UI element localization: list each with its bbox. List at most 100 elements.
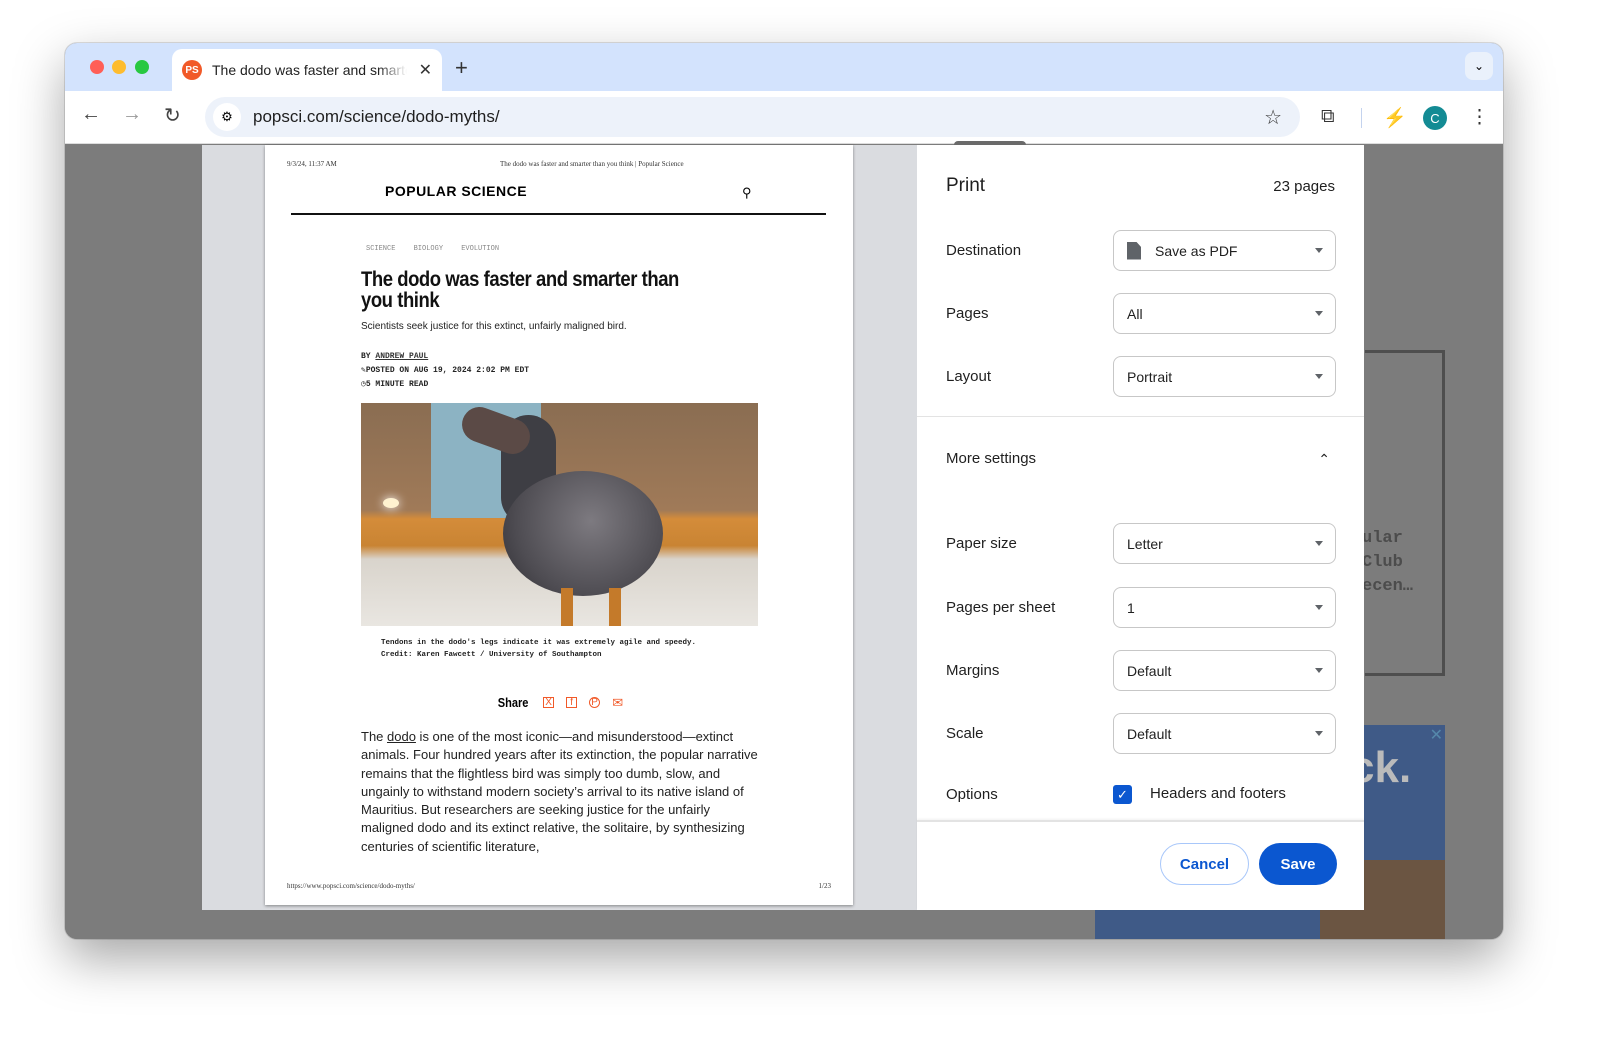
email-share-icon: ✉ <box>612 695 624 710</box>
address-bar[interactable]: ⚙ popsci.com/science/dodo-myths/ ☆ <box>205 97 1300 137</box>
caption-credit: Credit: Karen Fawcett / University of So… <box>381 651 602 659</box>
maximize-window-button[interactable] <box>135 60 149 74</box>
browser-toolbar: ← → ↻ ⚙ popsci.com/science/dodo-myths/ ☆… <box>65 91 1503 144</box>
popsci-favicon-icon: PS <box>182 60 202 80</box>
browser-window: PS The dodo was faster and smarter than … <box>65 43 1503 939</box>
paper-size-select[interactable]: Letter <box>1113 523 1336 564</box>
pages-per-sheet-value: 1 <box>1127 599 1135 616</box>
dropdown-caret-icon <box>1315 668 1323 673</box>
back-icon[interactable]: ← <box>81 103 101 126</box>
background-text-line: ular <box>1362 529 1403 548</box>
layout-value: Portrait <box>1127 368 1173 385</box>
pages-row: Pages All <box>946 293 1336 335</box>
share-label: Share <box>497 695 529 710</box>
header-rule <box>291 213 826 215</box>
active-tab[interactable]: PS The dodo was faster and smarter than … <box>172 49 442 91</box>
scale-row: Scale Default <box>946 713 1336 755</box>
minimize-window-button[interactable] <box>112 60 126 74</box>
headers-footers-label[interactable]: Headers and footers <box>1150 785 1286 802</box>
options-row: Options ✓ Headers and footers <box>946 783 1336 809</box>
x-share-icon: X <box>543 697 555 708</box>
layout-row: Layout Portrait <box>946 356 1336 398</box>
pages-label: Pages <box>946 305 989 322</box>
site-logo: POPULAR SCIENCE <box>385 183 528 199</box>
layout-label: Layout <box>946 368 992 385</box>
margins-row: Margins Default <box>946 650 1336 692</box>
paper-size-value: Letter <box>1127 535 1163 552</box>
photo-dodo-leg <box>609 588 621 626</box>
margins-value: Default <box>1127 662 1172 679</box>
profile-avatar[interactable]: C <box>1423 106 1447 130</box>
margins-label: Margins <box>946 662 1000 679</box>
background-text-line: Club <box>1362 553 1403 572</box>
background-text-line: ecen… <box>1362 577 1414 596</box>
background-text: ular Club ecen… <box>1362 527 1413 599</box>
print-title: Print <box>946 175 986 196</box>
body-text: The <box>361 729 388 744</box>
photo-dodo-leg <box>561 588 573 626</box>
margins-select[interactable]: Default <box>1113 650 1336 691</box>
share-bar: Share X f P ✉ <box>495 695 623 710</box>
headers-footers-checkbox[interactable]: ✓ <box>1113 785 1132 804</box>
dropdown-caret-icon <box>1315 605 1323 610</box>
save-button[interactable]: Save <box>1259 843 1337 885</box>
dropdown-caret-icon <box>1315 311 1323 316</box>
scale-select[interactable]: Default <box>1113 713 1336 754</box>
chevron-up-icon[interactable]: ⌃ <box>1318 451 1330 468</box>
close-tab-icon[interactable]: ✕ <box>419 60 432 80</box>
close-window-button[interactable] <box>90 60 104 74</box>
facebook-share-icon: f <box>566 697 578 708</box>
toolbar-divider <box>1361 108 1362 128</box>
breadcrumb-item: SCIENCE <box>366 245 396 253</box>
extensions-icon[interactable]: ⧉ <box>1321 106 1335 128</box>
destination-label: Destination <box>946 242 1022 259</box>
dropdown-caret-icon <box>1315 541 1323 546</box>
layout-select[interactable]: Portrait <box>1113 356 1336 397</box>
tab-strip: PS The dodo was faster and smarter than … <box>65 43 1503 91</box>
dodo-photo <box>361 403 758 626</box>
breadcrumb: SCIENCE BIOLOGY EVOLUTION <box>366 245 499 253</box>
article-body: The dodo is one of the most iconic—and m… <box>361 728 766 856</box>
article-meta: BY ANDREW PAUL ✎POSTED ON AUG 19, 2024 2… <box>361 350 529 392</box>
read-time: 5 MINUTE READ <box>365 380 429 389</box>
pages-select[interactable]: All <box>1113 293 1336 334</box>
pages-per-sheet-select[interactable]: 1 <box>1113 587 1336 628</box>
section-divider <box>917 416 1364 417</box>
scale-label: Scale <box>946 725 984 742</box>
more-settings-toggle[interactable]: More settings <box>946 450 1036 467</box>
reload-icon[interactable]: ↻ <box>164 103 181 128</box>
pages-per-sheet-label: Pages per sheet <box>946 599 1056 616</box>
article-dek: Scientists seek justice for this extinct… <box>361 321 627 332</box>
print-header-date: 9/3/24, 11:37 AM <box>287 160 337 168</box>
cancel-button[interactable]: Cancel <box>1160 843 1249 885</box>
print-header-title: The dodo was faster and smarter than you… <box>500 160 684 168</box>
destination-row: Destination Save as PDF <box>946 230 1336 272</box>
performance-leaf-icon[interactable]: ⚡ <box>1383 106 1407 130</box>
body-text: is one of the most iconic—and misunderst… <box>361 729 758 854</box>
paper-size-label: Paper size <box>946 535 1017 552</box>
options-label: Options <box>946 786 998 803</box>
print-footer-url: https://www.popsci.com/science/dodo-myth… <box>287 882 415 890</box>
bookmark-star-icon[interactable]: ☆ <box>1264 105 1282 130</box>
byline-prefix: BY <box>361 352 376 361</box>
dropdown-caret-icon <box>1315 248 1323 253</box>
search-icon: ⚲ <box>742 185 752 200</box>
destination-select[interactable]: Save as PDF <box>1113 230 1336 271</box>
pages-per-sheet-row: Pages per sheet 1 <box>946 587 1336 629</box>
pages-value: All <box>1127 305 1143 322</box>
forward-icon[interactable]: → <box>122 103 142 126</box>
new-tab-button[interactable]: + <box>455 55 468 81</box>
tab-search-icon[interactable]: ⌄ <box>1465 52 1493 80</box>
destination-value: Save as PDF <box>1155 242 1238 259</box>
photo-lamp <box>383 498 399 508</box>
ad-close-icon[interactable]: ✕ <box>1430 725 1443 745</box>
background-card <box>1365 350 1445 676</box>
site-info-icon[interactable]: ⚙ <box>213 103 241 131</box>
tab-title: The dodo was faster and smarter than you… <box>212 62 407 78</box>
page-count: 23 pages <box>1273 178 1335 195</box>
chrome-menu-icon[interactable]: ⋮ <box>1470 106 1489 129</box>
dodo-link: dodo <box>387 729 416 744</box>
article-headline: The dodo was faster and smarter than you… <box>361 268 679 312</box>
breadcrumb-item: BIOLOGY <box>413 245 444 253</box>
url-text[interactable]: popsci.com/science/dodo-myths/ <box>253 107 500 127</box>
